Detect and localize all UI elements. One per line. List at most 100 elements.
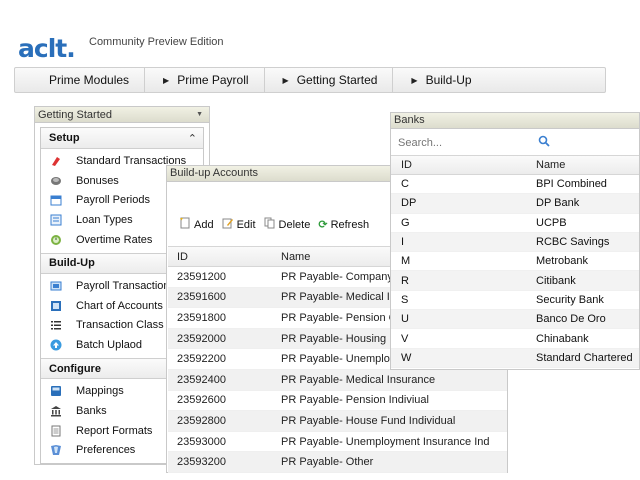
- section-setup-header[interactable]: Setup ⌃: [41, 128, 203, 149]
- table-row[interactable]: G UCPB: [391, 214, 639, 233]
- nav-prime-payroll[interactable]: ▶ Prime Payroll: [144, 68, 264, 92]
- calendar-icon: [50, 194, 62, 206]
- delete-icon: [264, 217, 276, 232]
- cell-id: I: [401, 236, 405, 249]
- caret-right-icon: ▶: [411, 75, 418, 85]
- menu-item-label: Payroll Periods: [76, 194, 150, 207]
- nav-label: Prime Payroll: [177, 73, 249, 87]
- column-header-name[interactable]: Name: [272, 251, 310, 263]
- refresh-icon: ⟳: [318, 219, 328, 231]
- menu-item-label: Payroll Transactions: [76, 279, 176, 292]
- banks-window: Banks ID Name C BPI Combined DP DP Bank G U…: [390, 112, 640, 370]
- panel-header[interactable]: Getting Started ▼: [35, 107, 209, 123]
- menu-item-label: Chart of Accounts: [76, 299, 163, 312]
- cell-id: 23593200: [177, 456, 226, 469]
- table-row[interactable]: 23592800 PR Payable- House Fund Individua…: [168, 411, 507, 432]
- cell-name: Banco De Oro: [536, 313, 606, 326]
- table-row[interactable]: 23593200 PR Payable- Other: [168, 452, 507, 473]
- nav-getting-started[interactable]: ▶ Getting Started: [263, 68, 393, 92]
- menu-item-label: Transaction Class: [76, 319, 164, 332]
- table-row[interactable]: C BPI Combined: [391, 175, 639, 195]
- table-row[interactable]: S Security Bank: [391, 291, 639, 311]
- delete-label: Delete: [278, 218, 311, 231]
- panel-title: Getting Started: [38, 108, 112, 121]
- cell-id: 23592600: [177, 394, 226, 407]
- cell-id: 23591600: [177, 291, 226, 304]
- report-icon: [50, 425, 62, 437]
- nav-prime-modules[interactable]: Prime Modules: [15, 68, 144, 92]
- table-row[interactable]: DP DP Bank: [391, 194, 639, 214]
- table-row[interactable]: 23592400 PR Payable- Medical Insurance: [168, 369, 507, 391]
- cell-name: Metrobank: [536, 255, 588, 268]
- section-title: Configure: [49, 362, 101, 375]
- cell-id: M: [401, 255, 411, 268]
- add-label: Add: [194, 218, 214, 231]
- cell-name: PR Payable- Unemploym: [281, 353, 405, 366]
- search-icon[interactable]: [538, 135, 550, 150]
- table-row[interactable]: I RCBC Savings: [391, 232, 639, 253]
- delete-button[interactable]: Delete: [264, 217, 311, 232]
- tag-icon: [50, 155, 62, 167]
- refresh-label: Refresh: [330, 218, 370, 231]
- cell-id: C: [401, 178, 409, 191]
- table-row[interactable]: V Chinabank: [391, 329, 639, 349]
- caret-right-icon: ▶: [282, 75, 289, 85]
- cell-name: PR Payable- Unemployment Insurance Ind: [281, 435, 490, 448]
- cell-name: PR Payable- Pension Indiviual: [281, 394, 429, 407]
- menu-item-label: Bonuses: [76, 174, 119, 187]
- add-button[interactable]: Add: [179, 217, 214, 232]
- dropdown-arrow-icon[interactable]: ▼: [196, 111, 203, 118]
- cell-name: Security Bank: [536, 293, 604, 306]
- cell-id: W: [401, 351, 412, 364]
- menu-item-label: Loan Types: [76, 214, 133, 227]
- menu-item-label: Report Formats: [76, 424, 153, 437]
- grid-body: C BPI Combined DP DP Bank G UCPB I RCBC Savi…: [391, 175, 639, 368]
- search-input[interactable]: [398, 135, 528, 151]
- cell-name: PR Payable- Company H: [281, 270, 404, 283]
- section-title: Setup: [49, 132, 80, 144]
- cell-id: 23591200: [177, 270, 226, 283]
- table-row[interactable]: W Standard Chartered: [391, 348, 639, 368]
- form-icon: [50, 214, 62, 226]
- cell-id: U: [401, 313, 409, 326]
- menu-item-label: Overtime Rates: [76, 234, 153, 247]
- cell-name: PR Payable- Housing Fu: [281, 332, 403, 345]
- cell-name: UCPB: [536, 216, 567, 229]
- section-title: Build-Up: [49, 257, 95, 270]
- cell-id: 23593000: [177, 435, 226, 448]
- table-row[interactable]: R Citibank: [391, 271, 639, 291]
- chart-accounts-icon: [50, 300, 62, 312]
- top-navigation: Prime Modules ▶ Prime Payroll ▶ Getting …: [14, 67, 606, 93]
- table-row[interactable]: 23593000 PR Payable- Unemployment Insuran…: [168, 431, 507, 453]
- table-row[interactable]: U Banco De Oro: [391, 310, 639, 330]
- caret-right-icon: ▶: [163, 75, 170, 85]
- nav-build-up[interactable]: ▶ Build-Up: [392, 68, 486, 92]
- column-header-id[interactable]: ID: [168, 251, 272, 263]
- cell-id: 23592000: [177, 332, 226, 345]
- add-icon: [179, 217, 191, 232]
- clock-icon: [50, 234, 62, 246]
- nav-label: Getting Started: [296, 73, 378, 87]
- window-title[interactable]: Banks: [391, 113, 639, 129]
- aclt-logo: aclt.: [18, 34, 76, 63]
- cell-name: PR Payable- House Fund Individual: [281, 414, 456, 427]
- column-header-name[interactable]: Name: [536, 159, 565, 171]
- cell-name: PR Payable- Pension Co: [281, 311, 403, 324]
- cell-id: V: [401, 332, 409, 345]
- cell-id: R: [401, 274, 409, 287]
- edit-button[interactable]: Edit: [222, 217, 256, 232]
- cell-name: PR Payable- Other: [281, 456, 374, 469]
- cell-name: PR Payable- Medical Ins: [281, 291, 402, 304]
- refresh-button[interactable]: ⟳ Refresh: [318, 218, 370, 232]
- mappings-icon: [50, 385, 62, 397]
- menu-item-label: Batch Uplaod: [76, 339, 143, 352]
- table-row[interactable]: M Metrobank: [391, 252, 639, 272]
- list-icon: [50, 319, 62, 331]
- payroll-icon: [50, 280, 62, 292]
- chevron-up-icon[interactable]: ⌃: [188, 132, 197, 145]
- cell-id: G: [401, 216, 410, 229]
- table-row[interactable]: 23592600 PR Payable- Pension Indiviual: [168, 390, 507, 412]
- cell-name: BPI Combined: [536, 178, 607, 191]
- column-header-id[interactable]: ID: [391, 159, 536, 171]
- cell-name: Citibank: [536, 274, 576, 287]
